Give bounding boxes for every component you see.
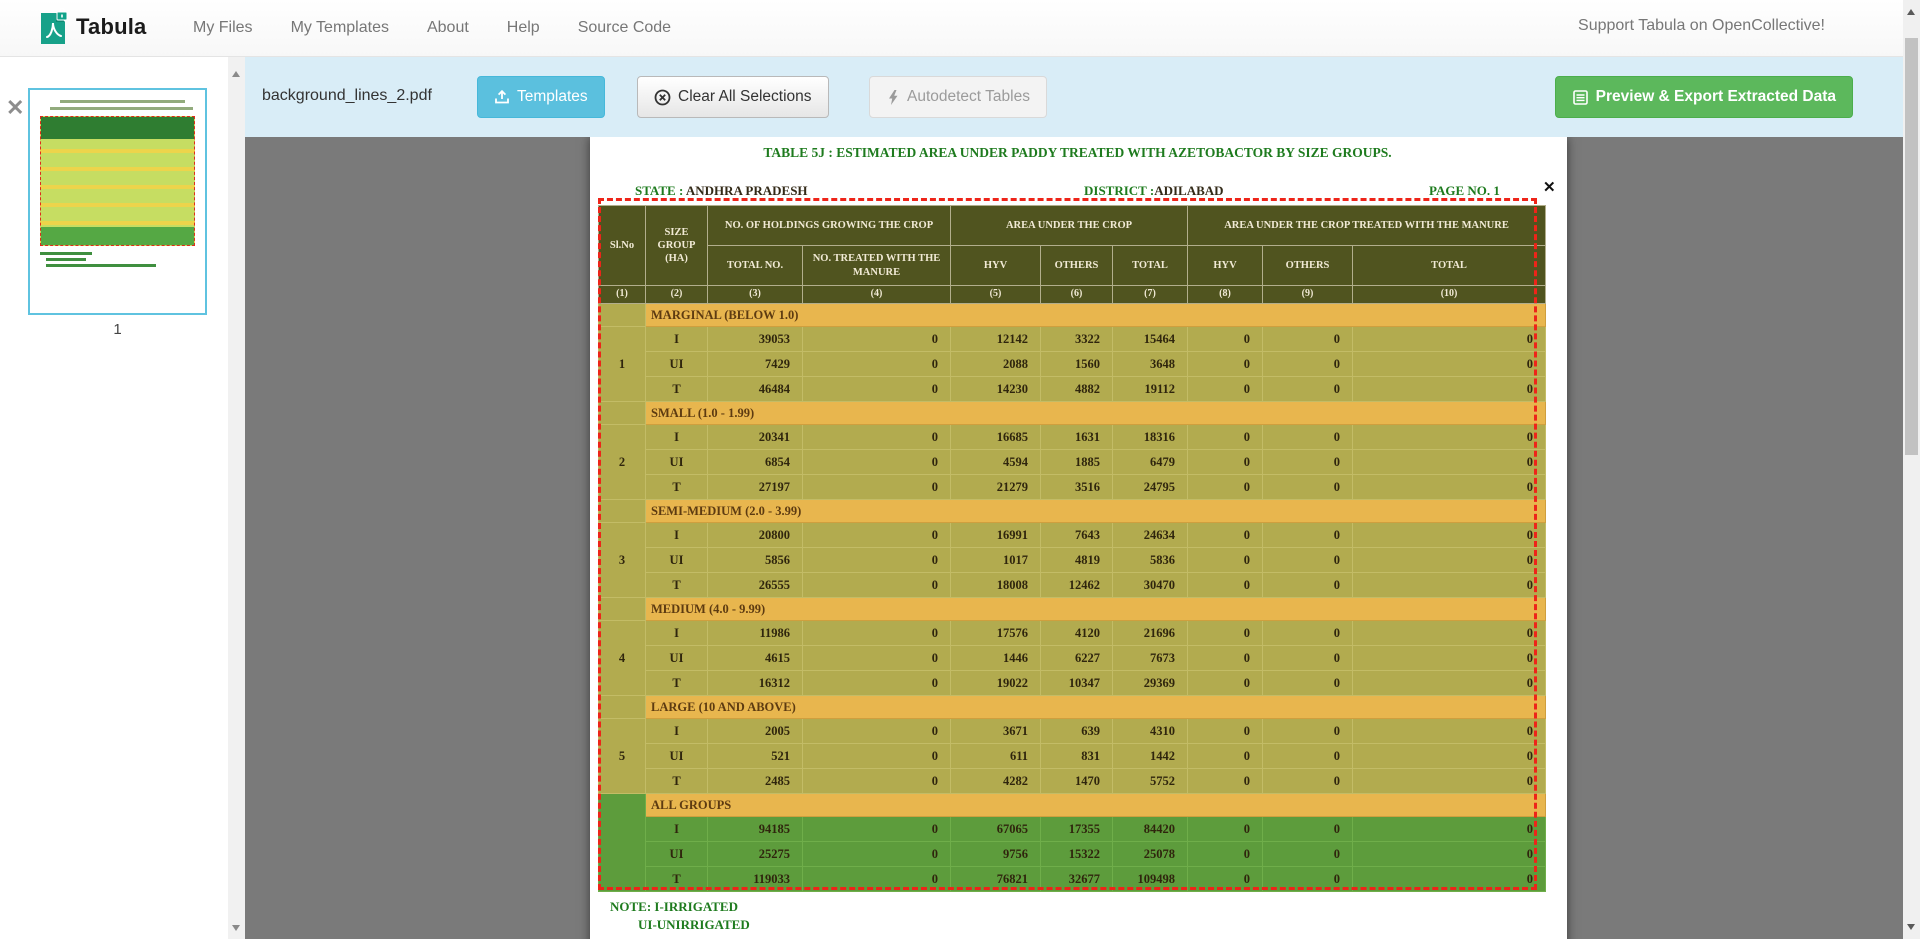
brand-name: Tabula: [76, 14, 146, 40]
nav-link-help[interactable]: Help: [507, 19, 540, 37]
page-number-label: 1: [28, 321, 207, 338]
thumbnail-note-line: [46, 258, 86, 261]
district-value: ADILABAD: [1154, 183, 1223, 198]
scroll-down-icon[interactable]: [1907, 924, 1915, 930]
district-line: DISTRICT :ADILABAD: [1084, 183, 1224, 199]
state-line: STATE : ANDHRA PRADESH: [635, 183, 808, 199]
scrollbar-thumb[interactable]: [1905, 38, 1918, 455]
note-line-2: UI-UNIRRIGATED: [638, 917, 750, 933]
tabula-app: Tabula My Files My Templates About Help Sour…: [0, 0, 1920, 939]
lightning-bolt-icon: [886, 89, 900, 106]
thumbnail-title-line: [60, 100, 185, 103]
tabula-logo-icon: [38, 8, 68, 46]
support-link[interactable]: Support Tabula on OpenCollective!: [1578, 17, 1825, 35]
clear-button-label: Clear All Selections: [678, 88, 812, 106]
templates-button[interactable]: Templates: [477, 76, 605, 118]
nav-link-my-files[interactable]: My Files: [193, 19, 253, 37]
thumbnail-table-header: [41, 117, 194, 139]
templates-button-label: Templates: [517, 88, 588, 106]
autodetect-tables-button[interactable]: Autodetect Tables: [869, 76, 1047, 118]
scroll-up-icon[interactable]: [1907, 9, 1915, 15]
thumbnail-note-line: [40, 252, 92, 255]
pdf-table-title: TABLE 5J : ESTIMATED AREA UNDER PADDY TR…: [600, 145, 1555, 161]
selection-close-button[interactable]: ✕: [1543, 178, 1556, 196]
autodetect-button-label: Autodetect Tables: [907, 88, 1030, 106]
thumbnail-title-line: [50, 107, 193, 110]
selection-box[interactable]: [598, 198, 1537, 890]
nav-link-about[interactable]: About: [427, 19, 469, 37]
clear-circle-x-icon: [654, 89, 671, 106]
filename-label: background_lines_2.pdf: [262, 87, 432, 105]
thumbnail-table: [40, 116, 195, 246]
nav-link-my-templates[interactable]: My Templates: [291, 19, 389, 37]
preview-export-button[interactable]: Preview & Export Extracted Data: [1555, 76, 1853, 118]
remove-page-button[interactable]: ✕: [6, 97, 24, 119]
navbar-links: My Files My Templates About Help Source Code: [193, 0, 671, 56]
scroll-up-icon[interactable]: [232, 71, 240, 77]
clear-all-selections-button[interactable]: Clear All Selections: [637, 76, 829, 118]
window-scrollbar[interactable]: [1903, 0, 1920, 939]
pdf-page[interactable]: TABLE 5J : ESTIMATED AREA UNDER PADDY TR…: [590, 137, 1567, 939]
toolbar: background_lines_2.pdf Templates Clear A…: [245, 57, 1903, 137]
sidebar-scrollbar[interactable]: [228, 57, 245, 939]
scroll-down-icon[interactable]: [232, 925, 240, 931]
thumbnail-table-footer: [41, 227, 194, 245]
navbar: Tabula My Files My Templates About Help Sour…: [0, 0, 1920, 57]
page-thumbnail[interactable]: [28, 88, 207, 315]
state-label: STATE :: [635, 183, 683, 198]
thumbnail-note-line: [46, 264, 156, 267]
page-no-label: PAGE NO. 1: [1429, 183, 1500, 199]
district-label: DISTRICT :: [1084, 183, 1154, 198]
template-save-icon: [494, 89, 510, 105]
sidebar: ✕ 1: [0, 57, 228, 939]
brand[interactable]: Tabula: [38, 8, 146, 46]
table-list-icon: [1572, 89, 1589, 106]
state-value: ANDHRA PRADESH: [686, 183, 808, 198]
export-button-label: Preview & Export Extracted Data: [1596, 88, 1836, 106]
nav-link-source-code[interactable]: Source Code: [578, 19, 671, 37]
note-line-1: NOTE: I-IRRIGATED: [610, 899, 738, 915]
